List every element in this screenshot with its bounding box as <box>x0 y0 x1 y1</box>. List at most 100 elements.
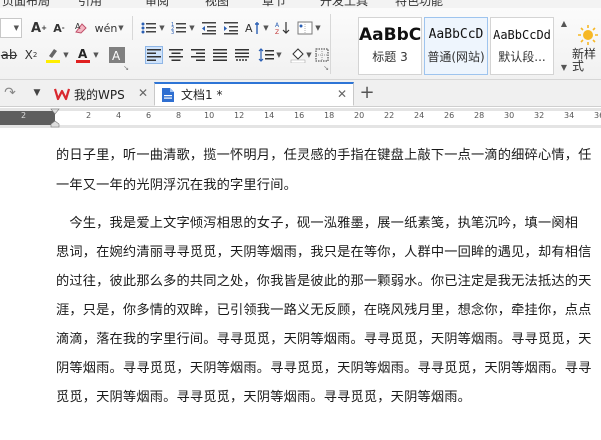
svg-text:Z: Z <box>275 29 279 35</box>
new-tab-icon[interactable]: + <box>358 84 376 102</box>
char-shading-icon[interactable]: A <box>108 46 126 64</box>
svg-text:A: A <box>275 22 280 29</box>
document-line: 一年又一年的光阴浮沉在我的字里行间。 <box>56 178 297 193</box>
chevron-down-icon[interactable]: ▼ <box>117 19 125 37</box>
menu-view[interactable]: 视图 <box>205 0 229 8</box>
align-left-icon[interactable] <box>145 46 163 64</box>
style-heading3[interactable]: AaBbC 标题 3 <box>358 17 422 75</box>
ruler-label: 14 <box>264 111 275 120</box>
chevron-down-icon[interactable]: ▼ <box>30 85 44 101</box>
document-line: 涯，只是，你多情的双眸，已引领我一路义无反顾，在晓风残月里，想念你，牵挂你，点点 <box>56 303 592 318</box>
highlight-icon[interactable] <box>44 46 62 64</box>
new-style-icon[interactable] <box>575 20 601 50</box>
svg-text:3: 3 <box>171 30 174 35</box>
document-line: 阴等烟雨。寻寻觅觅，天阴等烟雨。寻寻觅觅，天阴等烟雨。寻寻觅觅，天阴等烟雨。寻寻 <box>56 361 592 376</box>
align-center-icon[interactable] <box>167 46 185 64</box>
svg-text:A: A <box>78 47 88 61</box>
sort-icon[interactable]: AZ <box>274 19 292 37</box>
document-tab-bar: ↷ ▼ 我的WPS ✕ 文档1 * ✕ + <box>0 80 601 107</box>
chevron-down-icon[interactable]: ▼ <box>557 62 571 74</box>
svg-text:A: A <box>75 22 81 31</box>
chevron-down-icon[interactable]: ▼ <box>305 46 313 64</box>
style-preview: AaBbCcD <box>428 27 484 42</box>
new-style-button[interactable]: 新样式 <box>572 48 601 72</box>
menu-references[interactable]: 引用 <box>78 0 102 8</box>
borders-icon[interactable] <box>313 46 331 64</box>
close-icon[interactable]: ✕ <box>337 87 347 101</box>
chinese-layout-icon[interactable]: A <box>244 19 262 37</box>
increase-indent-icon[interactable] <box>222 19 240 37</box>
document-icon <box>162 87 174 102</box>
tab-my-wps[interactable]: 我的WPS ✕ <box>48 82 152 106</box>
ruler-label: 2 <box>86 111 92 120</box>
chevron-down-icon[interactable]: ▼ <box>62 46 70 64</box>
ribbon-toolbar: ▼ A + A- A wén ▼ ▼ 123 ▼ A ▼ AZ ▼ ab X2 ▼… <box>0 8 601 80</box>
menu-bar: 页面布局 引用 审阅 视图 章节 开发工具 特色功能 <box>0 0 601 8</box>
chevron-down-icon[interactable]: ▼ <box>92 46 100 64</box>
menu-special[interactable]: 特色功能 <box>395 0 443 8</box>
menu-page-layout[interactable]: 页面布局 <box>2 0 50 8</box>
clear-format-icon[interactable]: A <box>72 19 90 37</box>
document-line: 觅觅，天阴等烟雨。寻寻觅觅，天阴等烟雨。寻寻觅觅，天阴等烟雨。 <box>56 390 472 405</box>
chevron-down-icon[interactable]: ▼ <box>188 19 196 37</box>
document-line: 思词，在婉约清丽寻寻觅觅，天阴等烟雨，我只是在等你，人群中一回眸的遇见，却有相信 <box>56 245 592 260</box>
numbering-icon[interactable]: 123 <box>170 19 188 37</box>
ruler-label: 26 <box>444 111 455 120</box>
phonetic-guide-icon[interactable]: wén <box>95 19 118 37</box>
tab-document1[interactable]: 文档1 * ✕ <box>154 82 354 106</box>
ruler-indent-marker[interactable] <box>50 108 60 128</box>
chevron-down-icon[interactable]: ▼ <box>262 19 270 37</box>
strikethrough-icon[interactable]: ab <box>0 46 18 64</box>
menu-review[interactable]: 审阅 <box>145 0 169 8</box>
divider <box>330 14 331 74</box>
close-icon[interactable]: ✕ <box>138 86 148 100</box>
chevron-up-icon[interactable]: ▲ <box>557 18 571 30</box>
ruler-label: 16 <box>294 111 305 120</box>
svg-text:A: A <box>245 22 253 35</box>
chevron-down-icon[interactable]: ▼ <box>158 19 166 37</box>
ruler-label: 34 <box>564 111 575 120</box>
document-line: 今生，我是爱上文字倾泻相思的女子，砚一泓雅墨，展一纸素笺，执笔沉吟，填一阕相 <box>56 216 579 231</box>
ruler-label: 6 <box>146 111 152 120</box>
ruler-label: 2 <box>21 111 27 120</box>
line-spacing-icon[interactable] <box>257 46 275 64</box>
style-normal-web[interactable]: AaBbCcD 普通(网站) <box>424 17 488 75</box>
ruler-label: 8 <box>176 111 182 120</box>
document-page[interactable]: 的日子里，听一曲清歌，揽一怀明月，任灵感的手指在键盘上敲下一点一滴的细碎心情，任… <box>0 128 601 440</box>
tab-label: 我的WPS <box>74 87 125 102</box>
justify-icon[interactable] <box>211 46 229 64</box>
distributed-icon[interactable] <box>233 46 251 64</box>
style-name: 标题 3 <box>372 50 408 64</box>
ruler-label: 28 <box>474 111 485 120</box>
grow-font-icon[interactable]: A + <box>30 19 48 37</box>
ruler-label: 22 <box>384 111 395 120</box>
align-right-icon[interactable] <box>189 46 207 64</box>
style-preview: AaBbCcDd <box>493 28 551 42</box>
font-dialog-launcher-icon[interactable]: ↘ <box>122 64 130 72</box>
superscript-icon[interactable]: X2 <box>22 46 40 64</box>
horizontal-ruler: 2 2 4 6 8 10 12 14 16 18 20 22 24 26 28 … <box>0 108 601 128</box>
ruler-label: 24 <box>414 111 425 120</box>
style-name: 普通(网站) <box>427 50 485 64</box>
bullets-icon[interactable] <box>140 19 158 37</box>
redo-icon[interactable]: ↷ <box>2 85 18 101</box>
chevron-down-icon[interactable]: ▼ <box>275 46 283 64</box>
style-preview: AaBbC <box>359 25 421 45</box>
ruler-label: 10 <box>204 111 215 120</box>
menu-chapter[interactable]: 章节 <box>262 0 286 8</box>
document-line: 滴滴，落在我的字里行间。寻寻觅觅，天阴等烟雨。寻寻觅觅，天阴等烟雨。寻寻觅觅，天 <box>56 332 592 347</box>
decrease-indent-icon[interactable] <box>200 19 218 37</box>
style-name: 默认段... <box>498 50 546 64</box>
menu-developer[interactable]: 开发工具 <box>320 0 368 8</box>
wps-logo-icon <box>54 88 70 101</box>
style-default-paragraph[interactable]: AaBbCcDd 默认段... <box>490 17 554 75</box>
chevron-down-icon: ▼ <box>13 23 19 32</box>
font-size-dropdown[interactable]: ▼ <box>0 18 22 38</box>
paragraph-dialog-launcher-icon[interactable]: ↘ <box>322 64 330 72</box>
tab-label: 文档1 * <box>181 88 223 102</box>
chevron-down-icon[interactable]: ▼ <box>314 19 322 37</box>
document-line: 的日子里，听一曲清歌，揽一怀明月，任灵感的手指在键盘上敲下一点一滴的细碎心情，任 <box>56 148 592 163</box>
show-marks-icon[interactable] <box>296 19 314 37</box>
font-color-icon[interactable]: A <box>74 46 92 64</box>
shrink-font-icon[interactable]: A- <box>50 19 68 37</box>
